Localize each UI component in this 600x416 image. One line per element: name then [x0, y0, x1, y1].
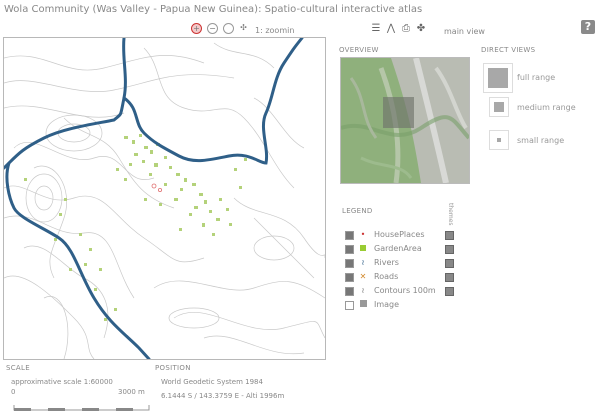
overview-map[interactable]	[340, 57, 470, 184]
overview-viewport-frame	[383, 97, 414, 128]
legend-label: LEGEND	[342, 207, 373, 215]
house-places	[151, 183, 162, 192]
layer-label: GardenArea	[374, 244, 422, 253]
cursor-coordinates: 6.1444 S / 143.3759 E - Alti 1996m	[161, 392, 285, 400]
layer-label: Contours 100m	[374, 286, 436, 295]
image-square-icon	[359, 300, 367, 309]
list-view-icon[interactable]: ☰	[370, 23, 382, 35]
pan-icon[interactable]: ✣	[238, 23, 249, 34]
profile-view-icon[interactable]: ⋀	[385, 23, 397, 35]
garden-areas	[24, 134, 247, 321]
layer-checkbox[interactable]	[345, 287, 354, 296]
full-range-label: full range	[517, 73, 556, 82]
layer-settings-icon[interactable]	[445, 231, 454, 240]
layer-label: Roads	[374, 272, 399, 281]
layer-settings-icon[interactable]	[445, 245, 454, 254]
medium-range-label: medium range	[517, 103, 576, 112]
direct-views-label: DIRECT VIEWS	[481, 46, 536, 54]
contours	[4, 42, 325, 359]
position-label: POSITION	[155, 364, 191, 372]
layer-checkbox[interactable]	[345, 245, 354, 254]
scale-end: 3000 m	[118, 388, 145, 396]
print-icon[interactable]: ⎙	[400, 23, 412, 35]
scale-bar	[13, 397, 153, 416]
main-view-label: main view	[444, 27, 485, 36]
layer-label: Rivers	[374, 258, 399, 267]
medium-range-button[interactable]	[489, 97, 509, 117]
tools-icon[interactable]: ✤	[415, 23, 427, 35]
layer-settings-icon[interactable]	[445, 287, 454, 296]
layer-settings-icon[interactable]	[445, 273, 454, 282]
layer-checkbox[interactable]	[345, 273, 354, 282]
layer-label: Image	[374, 300, 400, 309]
zoom-in-icon[interactable]: +	[191, 23, 202, 34]
layer-checkbox[interactable]	[345, 259, 354, 268]
river-line-icon: ≀	[361, 258, 365, 267]
zoom-out-icon[interactable]: −	[207, 23, 218, 34]
scale-text: approximative scale 1:60000	[11, 378, 113, 386]
layer-checkbox[interactable]	[345, 231, 354, 240]
app-title: Wola Community (Was Valley - Papua New G…	[4, 4, 423, 15]
full-range-button[interactable]	[483, 63, 513, 93]
contour-line-icon: ≀	[361, 286, 365, 295]
themes-label: themes	[447, 203, 454, 226]
coordinate-system: World Geodetic System 1984	[161, 378, 263, 386]
layer-label: HousePlaces	[374, 230, 425, 239]
main-map[interactable]	[3, 37, 326, 360]
help-button[interactable]: ?	[581, 20, 595, 34]
overview-label: OVERVIEW	[339, 46, 379, 54]
small-range-label: small range	[517, 136, 565, 145]
scale-start: 0	[11, 388, 16, 396]
house-dot-icon: •	[360, 230, 366, 239]
road-line-icon: ✕	[359, 272, 367, 281]
scale-label: SCALE	[6, 364, 30, 372]
layer-settings-icon[interactable]	[445, 259, 454, 268]
garden-square-icon	[359, 244, 367, 253]
zoom-mode-label: 1: zoomin	[255, 26, 295, 35]
zoom-full-icon[interactable]	[223, 23, 234, 34]
layer-checkbox[interactable]	[345, 301, 354, 310]
small-range-button[interactable]	[489, 130, 509, 150]
